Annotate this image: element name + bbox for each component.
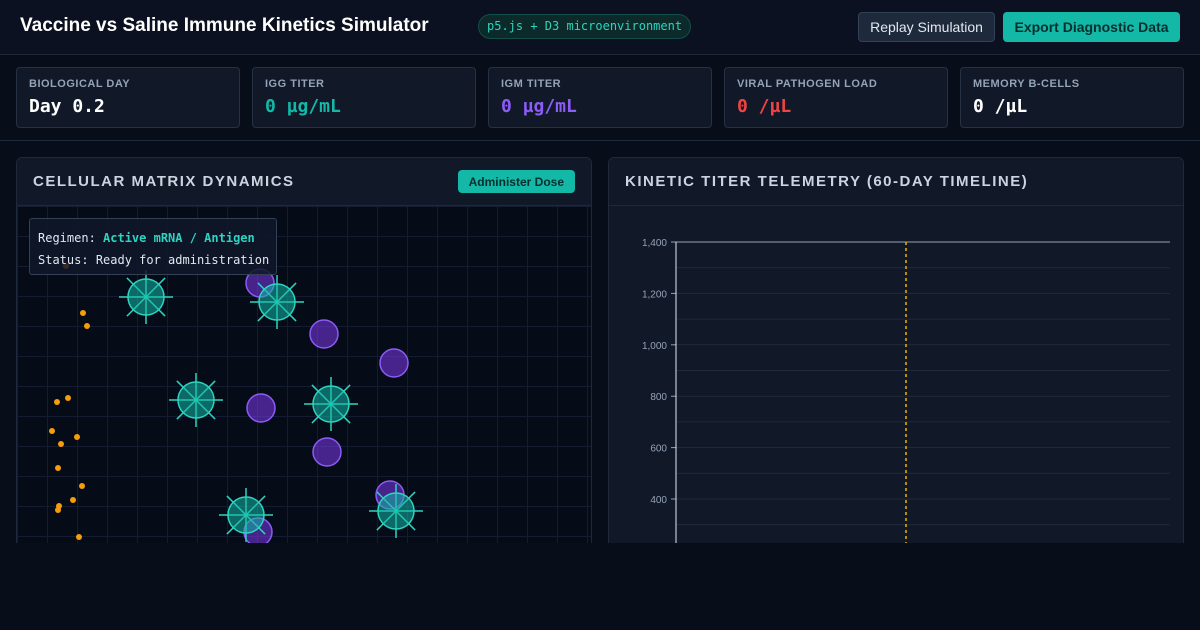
regimen-status-overlay: Regimen: Active mRNA / Antigen Status: R… [29, 218, 277, 275]
b-cell-icon [246, 393, 276, 423]
export-diagnostic-data-button[interactable]: Export Diagnostic Data [1003, 12, 1180, 42]
b-cell-icon [309, 319, 339, 349]
panel-header: Kinetic Titer Telemetry (60-Day Timeline… [609, 158, 1183, 206]
t-cell-icon [369, 484, 423, 538]
app-header: Vaccine vs Saline Immune Kinetics Simula… [0, 0, 1200, 55]
antigen-particle-icon [54, 399, 60, 405]
antigen-particle-icon [55, 465, 61, 471]
y-tick-label: 400 [650, 495, 667, 506]
stat-card-igm-titer: IgM Titer 0 µg/mL [488, 67, 712, 128]
t-cell-icon [250, 275, 304, 329]
stat-label: IgG Titer [265, 78, 325, 90]
b-cell-icon [379, 348, 409, 378]
stat-card-biological-day: Biological Day Day 0.2 [16, 67, 240, 128]
y-tick-label: 1,400 [642, 238, 667, 249]
stat-label: Viral Pathogen Load [737, 78, 878, 90]
t-cell-icon [304, 377, 358, 431]
t-cell-icon [119, 270, 173, 324]
replay-simulation-button[interactable]: Replay Simulation [858, 12, 995, 42]
viewport-bottom [0, 543, 1200, 630]
antigen-particle-icon [70, 497, 76, 503]
t-cell-icon [169, 373, 223, 427]
stat-value: 0 /µL [973, 96, 1028, 117]
antigen-particle-icon [74, 434, 80, 440]
tech-badge: p5.js + D3 microenvironment [478, 14, 692, 39]
stat-card-memory-b-cells: Memory B-Cells 0 /µL [960, 67, 1184, 128]
antigen-particle-icon [84, 323, 90, 329]
panel-header: Cellular Matrix Dynamics Administer Dose [17, 158, 591, 206]
y-tick-label: 1,000 [642, 341, 667, 352]
antigen-particle-icon [65, 395, 71, 401]
regimen-label: Regimen: [38, 231, 96, 245]
antigen-particle-icon [58, 441, 64, 447]
status-label: Status: [38, 253, 89, 267]
t-cell-icon [219, 488, 273, 542]
stat-value: 0 /µL [737, 96, 792, 117]
antigen-particle-icon [79, 483, 85, 489]
stat-card-igg-titer: IgG Titer 0 µg/mL [252, 67, 476, 128]
stat-label: Memory B-Cells [973, 78, 1080, 90]
y-tick-label: 600 [650, 444, 667, 455]
stat-value: Day 0.2 [29, 96, 105, 117]
app-title: Vaccine vs Saline Immune Kinetics Simula… [20, 15, 429, 36]
status-value: Ready for administration [95, 253, 270, 267]
antigen-particle-icon [49, 428, 55, 434]
regimen-value: Active mRNA / Antigen [103, 231, 255, 245]
antigen-particle-icon [76, 534, 82, 540]
panel-title: Cellular Matrix Dynamics [33, 173, 295, 190]
stats-bar: Biological Day Day 0.2 IgG Titer 0 µg/mL… [0, 55, 1200, 141]
stat-card-viral-load: Viral Pathogen Load 0 /µL [724, 67, 948, 128]
stat-label: Biological Day [29, 78, 131, 90]
y-tick-label: 800 [650, 392, 667, 403]
stat-label: IgM Titer [501, 78, 562, 90]
antigen-particle-icon [80, 310, 86, 316]
b-cell-icon [312, 437, 342, 467]
stat-value: 0 µg/mL [501, 96, 577, 117]
y-tick-label: 1,200 [642, 289, 667, 300]
administer-dose-button[interactable]: Administer Dose [457, 170, 575, 193]
panel-title: Kinetic Titer Telemetry (60-Day Timeline… [625, 173, 1029, 190]
stat-value: 0 µg/mL [265, 96, 341, 117]
antigen-particle-icon [55, 507, 61, 513]
